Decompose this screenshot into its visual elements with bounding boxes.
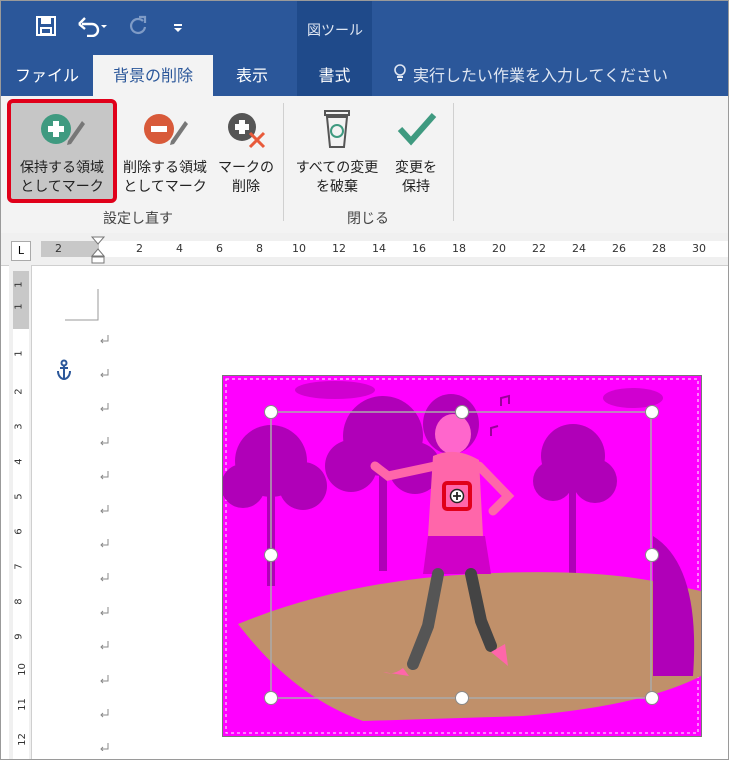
- ruler-tick: 2: [55, 242, 62, 255]
- group-separator: [453, 103, 454, 221]
- ruler-tick: 4: [13, 458, 25, 465]
- resize-handle-left[interactable]: [264, 548, 278, 562]
- ruler-tick: 1: [13, 303, 25, 310]
- customize-icon[interactable]: [171, 15, 185, 42]
- ruler-tick: 9: [13, 633, 25, 640]
- undo-icon[interactable]: [77, 15, 107, 42]
- ruler-tick: 16: [412, 242, 426, 255]
- checkmark-icon: [387, 109, 445, 155]
- ruler-tick: 6: [13, 528, 25, 535]
- ruler-tick: 12: [16, 733, 28, 746]
- ruler-tick: 28: [652, 242, 666, 255]
- resize-handle-top-right[interactable]: [645, 405, 659, 419]
- ruler-tick: 3: [13, 423, 25, 430]
- delete-mark-icon: [215, 109, 277, 155]
- mark-remove-line2: としてマーク: [123, 179, 207, 195]
- ruler-tick: 22: [532, 242, 546, 255]
- delete-mark-line2: 削除: [232, 179, 260, 195]
- recycle-bin-icon: [289, 109, 385, 155]
- ruler-tick: 18: [452, 242, 466, 255]
- group-label-close: 閉じる: [347, 211, 389, 227]
- paragraph-marks: [100, 335, 109, 751]
- group-separator: [283, 103, 284, 221]
- page-corner-mark: [65, 289, 99, 321]
- mark-remove-line1: 削除する領域: [123, 160, 207, 176]
- redo-icon[interactable]: [127, 15, 149, 42]
- tab-selector[interactable]: L: [11, 241, 31, 261]
- ruler-tick: 1: [13, 350, 25, 357]
- discard-all-changes-button[interactable]: すべての変更 を破棄: [289, 109, 385, 197]
- keep-changes-line2: 保持: [402, 179, 430, 195]
- keep-changes-button[interactable]: 変更を 保持: [387, 109, 445, 197]
- picture-background-removal-preview[interactable]: [222, 375, 702, 737]
- resize-handle-bottom-right[interactable]: [645, 691, 659, 705]
- ruler-tick: 2: [136, 242, 143, 255]
- discard-line1: すべての変更: [295, 160, 379, 176]
- save-icon[interactable]: [35, 15, 57, 42]
- horizontal-ruler[interactable]: 2 2 4 6 8 10 12 14 16 18 20 22 24 26 28 …: [1, 233, 728, 266]
- keep-changes-line1: 変更を: [395, 160, 437, 176]
- ruler-tick: 5: [13, 493, 25, 500]
- ruler-tick: 2: [13, 388, 25, 395]
- ruler-tick: 8: [256, 242, 263, 255]
- ruler-tick: 26: [612, 242, 626, 255]
- ruler-tick: 12: [332, 242, 346, 255]
- indent-marker-icon[interactable]: [90, 235, 106, 265]
- pencil-plus-cursor-icon: [449, 488, 465, 504]
- ruler-margin: [13, 271, 29, 329]
- resize-handle-bottom[interactable]: [455, 691, 469, 705]
- ruler-tick: 14: [372, 242, 386, 255]
- ruler-tick: 10: [16, 663, 28, 676]
- discard-line2: を破棄: [316, 179, 358, 195]
- tell-me-box[interactable]: 実行したい作業を入力してください: [393, 55, 668, 96]
- tab-view[interactable]: 表示: [219, 55, 285, 96]
- ruler-tick: 10: [292, 242, 306, 255]
- anchor-icon[interactable]: [53, 359, 75, 381]
- tell-me-text: 実行したい作業を入力してください: [413, 66, 669, 85]
- lightbulb-icon: [393, 56, 407, 97]
- ruler-tick: 6: [216, 242, 223, 255]
- ruler-tick: 20: [492, 242, 506, 255]
- ruler-tick: 30: [692, 242, 706, 255]
- delete-mark-button[interactable]: マークの 削除: [215, 109, 277, 197]
- resize-handle-top[interactable]: [455, 405, 469, 419]
- ruler-tick: 1: [13, 281, 25, 288]
- ruler-tick: 11: [16, 698, 28, 711]
- delete-mark-line1: マークの: [218, 160, 274, 176]
- ruler-tick: 24: [572, 242, 586, 255]
- tab-file[interactable]: ファイル: [7, 55, 87, 96]
- mark-remove-button[interactable]: 削除する領域 としてマーク: [117, 109, 213, 197]
- resize-handle-top-left[interactable]: [264, 405, 278, 419]
- plus-pencil-icon: [11, 109, 113, 155]
- mark-keep-line2: としてマーク: [20, 179, 104, 195]
- mark-keep-button[interactable]: 保持する領域 としてマーク: [11, 109, 113, 197]
- mark-keep-line1: 保持する領域: [20, 160, 104, 176]
- vertical-ruler[interactable]: 1 1 1 2 3 4 5 6 7 8 9 10 11 12: [9, 265, 32, 759]
- tab-background-removal[interactable]: 背景の削除: [93, 55, 213, 96]
- context-group-label: 図ツール: [307, 23, 363, 39]
- ruler-tick: 8: [13, 598, 25, 605]
- minus-pencil-icon: [117, 109, 213, 155]
- word-window: 図ツール ファイル 背景の削除 表示 書式 実行したい作業を入力してください 保…: [0, 0, 729, 760]
- resize-handle-bottom-left[interactable]: [264, 691, 278, 705]
- tab-format[interactable]: 書式: [297, 55, 372, 96]
- ruler-tick: 4: [176, 242, 183, 255]
- group-label-refine: 設定し直す: [103, 211, 173, 227]
- ruler-tick: 7: [13, 563, 25, 570]
- resize-handle-right[interactable]: [645, 548, 659, 562]
